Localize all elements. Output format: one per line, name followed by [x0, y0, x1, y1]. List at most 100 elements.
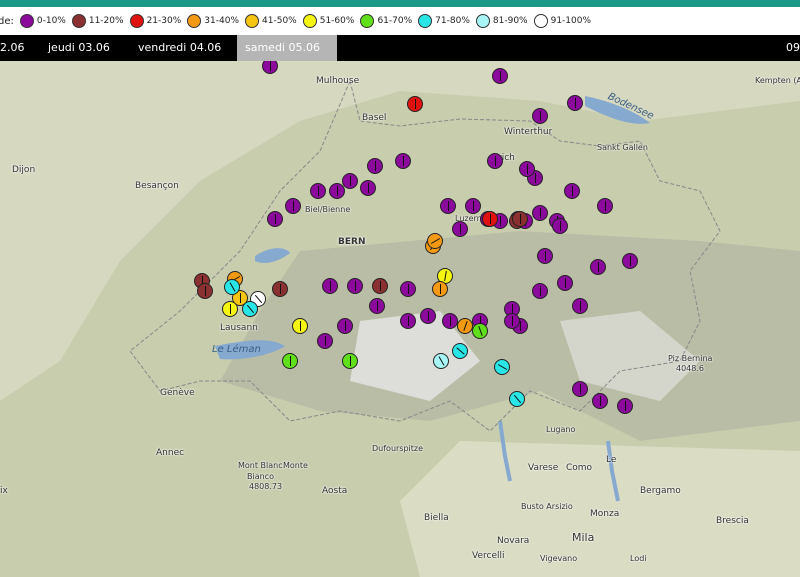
- station-marker[interactable]: [317, 333, 333, 349]
- station-marker[interactable]: [197, 283, 213, 299]
- legend-swatch-2: [129, 14, 144, 28]
- station-marker[interactable]: [509, 391, 525, 407]
- top-accent-bar: [0, 0, 800, 7]
- place-bustoarsizio: Busto Arsizio: [521, 502, 573, 511]
- station-marker[interactable]: [272, 281, 288, 297]
- map-view[interactable]: Mulhouse Basel Winterthur Bodensee rich …: [0, 61, 800, 577]
- station-marker[interactable]: [440, 198, 456, 214]
- station-marker[interactable]: [427, 233, 443, 249]
- place-biella: Biella: [424, 513, 449, 523]
- legend-bar: de: 0-10% 11-20% 21-30% 31-40% 41-50% 51…: [0, 7, 800, 35]
- station-marker[interactable]: [597, 198, 613, 214]
- station-marker[interactable]: [452, 343, 468, 359]
- station-marker[interactable]: [567, 95, 583, 111]
- legend-text-3: 31-40%: [204, 16, 240, 26]
- tab-day-1[interactable]: jeudi 03.06: [40, 35, 118, 61]
- place-milano: Mila: [572, 531, 595, 544]
- station-marker[interactable]: [222, 301, 238, 317]
- station-marker[interactable]: [465, 198, 481, 214]
- place-dijon: Dijon: [12, 165, 36, 175]
- legend-item-1: 11-20%: [71, 14, 124, 28]
- station-marker[interactable]: [400, 313, 416, 329]
- station-marker[interactable]: [285, 198, 301, 214]
- station-marker[interactable]: [452, 221, 468, 237]
- station-marker[interactable]: [407, 96, 423, 112]
- tab-day-2[interactable]: vendredi 04.06: [130, 35, 229, 61]
- day-tabs: 2.06 jeudi 03.06 vendredi 04.06 samedi 0…: [0, 35, 800, 61]
- place-biel: Biel/Bienne: [305, 205, 351, 214]
- legend-item-3: 31-40%: [187, 14, 239, 28]
- station-marker[interactable]: [572, 381, 588, 397]
- legend-swatch-7: [418, 14, 433, 28]
- place-vigevano: Vigevano: [540, 554, 578, 563]
- station-marker[interactable]: [347, 278, 363, 294]
- station-marker[interactable]: [557, 275, 573, 291]
- station-marker[interactable]: [267, 211, 283, 227]
- place-besancon: Besançon: [135, 181, 179, 191]
- station-marker[interactable]: [592, 393, 608, 409]
- station-marker[interactable]: [360, 180, 376, 196]
- station-marker[interactable]: [442, 313, 458, 329]
- legend-item-4: 41-50%: [245, 14, 297, 28]
- station-marker[interactable]: [537, 248, 553, 264]
- station-marker[interactable]: [329, 183, 345, 199]
- station-marker[interactable]: [504, 313, 520, 329]
- tab-day-4[interactable]: 09: [778, 35, 800, 61]
- station-marker[interactable]: [590, 259, 606, 275]
- station-marker[interactable]: [519, 161, 535, 177]
- legend-text-9: 91-100%: [550, 16, 592, 26]
- station-marker[interactable]: [372, 278, 388, 294]
- station-marker[interactable]: [512, 211, 528, 227]
- legend-swatch-6: [360, 14, 375, 28]
- station-marker[interactable]: [433, 353, 449, 369]
- tab-day-3[interactable]: samedi 05.06: [237, 35, 337, 61]
- legend-text-6: 61-70%: [377, 16, 413, 26]
- station-marker[interactable]: [342, 173, 358, 189]
- station-marker[interactable]: [494, 359, 510, 375]
- station-marker[interactable]: [532, 283, 548, 299]
- legend-item-8: 81-90%: [475, 14, 528, 28]
- station-marker[interactable]: [532, 108, 548, 124]
- station-marker[interactable]: [282, 353, 298, 369]
- station-marker[interactable]: [400, 281, 416, 297]
- station-marker[interactable]: [224, 279, 240, 295]
- station-marker[interactable]: [487, 153, 503, 169]
- place-vercelli: Vercelli: [472, 551, 505, 561]
- place-monte: Monte: [283, 461, 308, 470]
- station-marker[interactable]: [322, 278, 338, 294]
- place-aosta: Aosta: [322, 486, 348, 496]
- legend-swatch-1: [71, 14, 86, 28]
- station-marker[interactable]: [342, 353, 358, 369]
- legend-swatch-9: [533, 14, 548, 28]
- station-marker[interactable]: [432, 281, 448, 297]
- station-marker[interactable]: [395, 153, 411, 169]
- place-bern: BERN: [338, 237, 366, 247]
- station-marker[interactable]: [420, 308, 436, 324]
- legend-text-8: 81-90%: [492, 16, 528, 26]
- tab-day-0[interactable]: 2.06: [0, 35, 33, 61]
- place-basel: Basel: [362, 113, 387, 123]
- place-pizbernina: Piz Bernina: [668, 354, 713, 363]
- station-marker[interactable]: [492, 68, 508, 84]
- station-marker[interactable]: [622, 253, 638, 269]
- station-marker[interactable]: [552, 218, 568, 234]
- station-marker[interactable]: [564, 183, 580, 199]
- place-brescia: Brescia: [716, 516, 749, 526]
- station-marker[interactable]: [482, 211, 498, 227]
- legend-text-1: 11-20%: [88, 16, 124, 26]
- place-lausanne: Lausann: [220, 323, 258, 333]
- station-marker[interactable]: [457, 318, 473, 334]
- station-marker[interactable]: [310, 183, 326, 199]
- station-marker[interactable]: [367, 158, 383, 174]
- legend-item-5: 51-60%: [302, 14, 354, 28]
- station-marker[interactable]: [617, 398, 633, 414]
- station-marker[interactable]: [472, 323, 488, 339]
- station-marker[interactable]: [292, 318, 308, 334]
- station-marker[interactable]: [337, 318, 353, 334]
- place-monza: Monza: [590, 509, 620, 519]
- station-marker[interactable]: [242, 301, 258, 317]
- place-pizbernina-alt: 4048.6: [676, 364, 704, 373]
- station-marker[interactable]: [532, 205, 548, 221]
- station-marker[interactable]: [369, 298, 385, 314]
- station-marker[interactable]: [572, 298, 588, 314]
